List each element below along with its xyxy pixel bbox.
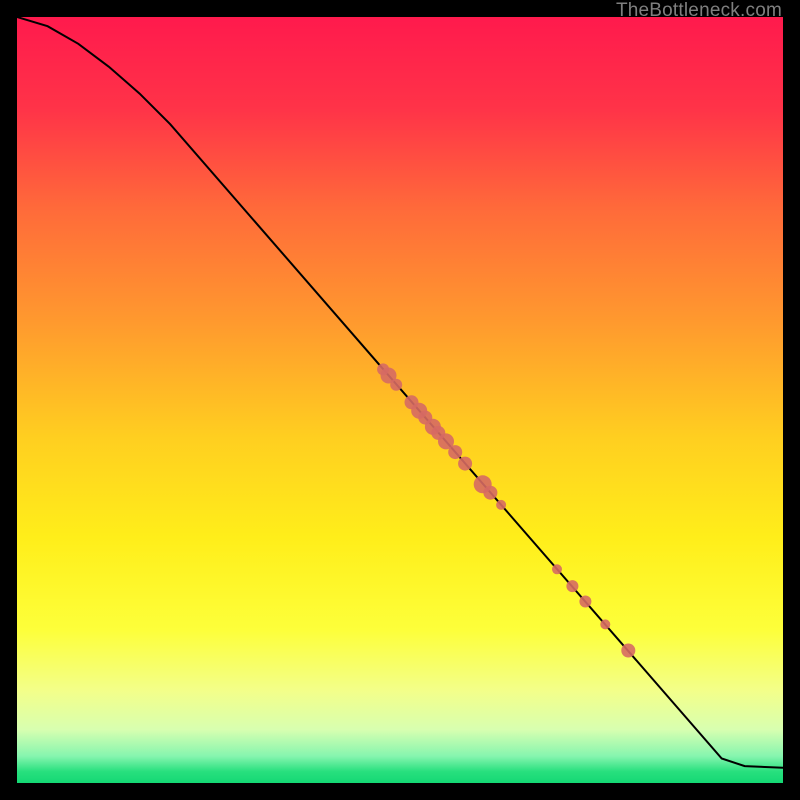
- scatter-point: [552, 564, 562, 574]
- chart-svg: [17, 17, 783, 783]
- scatter-point: [458, 457, 472, 471]
- attribution-text: TheBottleneck.com: [616, 0, 782, 22]
- scatter-point: [390, 379, 402, 391]
- scatter-point: [621, 644, 635, 658]
- scatter-point: [448, 445, 462, 459]
- gradient-background: [17, 17, 783, 783]
- scatter-point: [579, 596, 591, 608]
- scatter-point: [483, 486, 497, 500]
- scatter-point: [566, 580, 578, 592]
- scatter-point: [496, 500, 506, 510]
- chart-frame: [17, 17, 783, 783]
- scatter-point: [600, 619, 610, 629]
